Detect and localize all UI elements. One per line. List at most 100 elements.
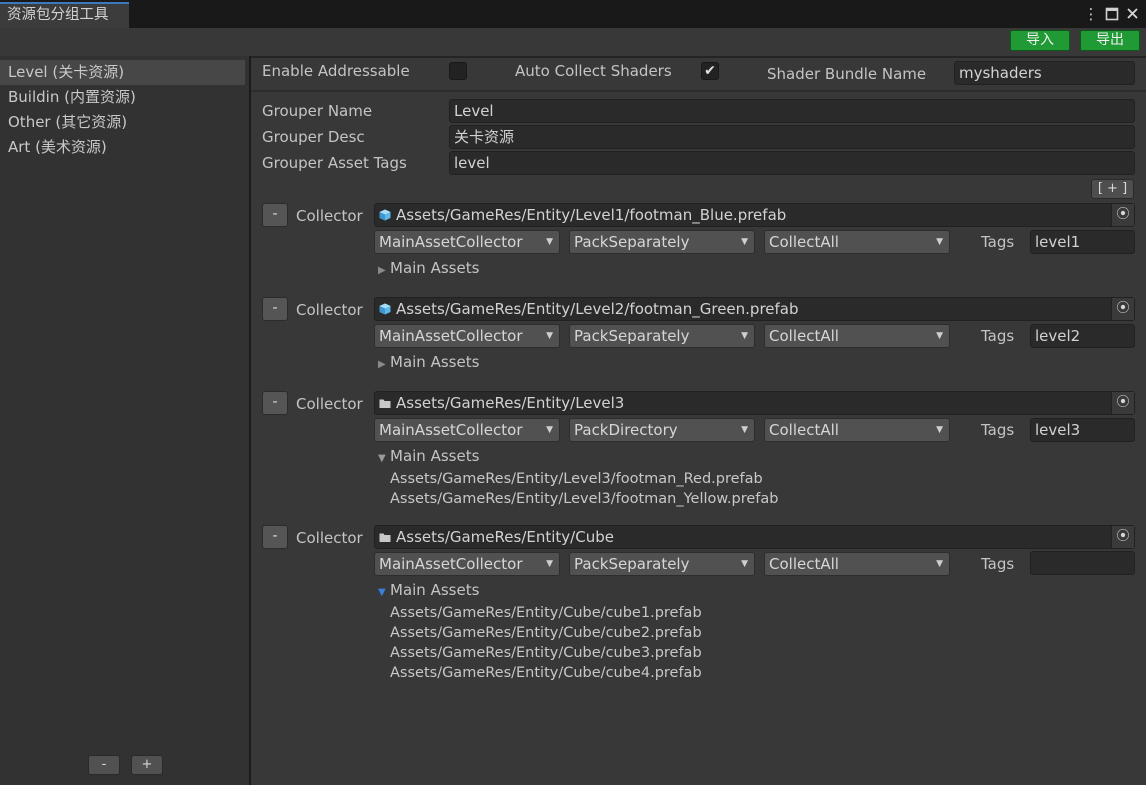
collector-tags-input[interactable]: level2 (1030, 324, 1135, 348)
collector-type-dropdown[interactable]: MainAssetCollector ▼ (374, 324, 560, 348)
prefab-icon (379, 298, 391, 322)
tags-label: Tags (981, 327, 1015, 345)
tags-label: Tags (981, 233, 1015, 251)
maximize-icon[interactable] (1103, 4, 1121, 24)
main-assets-foldout[interactable]: ▼ Main Assets (378, 447, 479, 465)
collector-path-field[interactable]: Assets/GameRes/Entity/Level2/footman_Gre… (374, 297, 1135, 321)
collector-type-dropdown[interactable]: MainAssetCollector ▼ (374, 418, 560, 442)
object-picker-icon[interactable]: ⦿ (1111, 204, 1134, 226)
tags-label: Tags (981, 421, 1015, 439)
grouper-tags-label: Grouper Asset Tags (262, 154, 407, 172)
dropdown-arrow-icon: ▼ (741, 331, 748, 341)
collector-label: Collector (296, 301, 363, 319)
window-title: 资源包分组工具 (7, 7, 109, 23)
collector-label: Collector (296, 529, 363, 547)
main-assets-foldout[interactable]: ▶ Main Assets (378, 259, 479, 277)
asset-list-item[interactable]: Assets/GameRes/Entity/Cube/cube1.prefab (390, 605, 702, 621)
auto-collect-shaders-label: Auto Collect Shaders (515, 62, 672, 80)
settings-divider (251, 90, 1146, 92)
pack-rule-dropdown[interactable]: PackSeparately ▼ (569, 230, 755, 254)
tags-label: Tags (981, 555, 1015, 573)
window-tab[interactable]: 资源包分组工具 (0, 2, 129, 28)
main-assets-foldout[interactable]: ▶ Main Assets (378, 353, 479, 371)
add-grouper-button[interactable]: + (131, 755, 163, 775)
checkmark-icon: ✔ (704, 63, 716, 79)
pack-rule-dropdown[interactable]: PackSeparately ▼ (569, 552, 755, 576)
sidebar-item-other[interactable]: Other (其它资源) (0, 110, 245, 135)
asset-list-item[interactable]: Assets/GameRes/Entity/Level3/footman_Yel… (390, 491, 779, 507)
grouper-list-panel (0, 56, 249, 785)
filter-rule-dropdown[interactable]: CollectAll ▼ (764, 552, 950, 576)
object-picker-icon[interactable]: ⦿ (1111, 298, 1134, 320)
filter-rule-dropdown[interactable]: CollectAll ▼ (764, 418, 950, 442)
collector-path-field[interactable]: Assets/GameRes/Entity/Level3 ⦿ (374, 391, 1135, 415)
triangle-right-icon: ▶ (378, 359, 386, 370)
pack-rule-dropdown[interactable]: PackSeparately ▼ (569, 324, 755, 348)
sidebar-item-level[interactable]: Level (关卡资源) (0, 60, 245, 85)
collector-type-dropdown[interactable]: MainAssetCollector ▼ (374, 230, 560, 254)
pack-rule-dropdown[interactable]: PackDirectory ▼ (569, 418, 755, 442)
collector-type-dropdown[interactable]: MainAssetCollector ▼ (374, 552, 560, 576)
panel-splitter[interactable] (249, 56, 251, 785)
dropdown-arrow-icon: ▼ (741, 425, 748, 435)
asset-list-item[interactable]: Assets/GameRes/Entity/Cube/cube4.prefab (390, 665, 702, 681)
grouper-desc-input[interactable]: 关卡资源 (449, 125, 1135, 149)
collector-path-text: Assets/GameRes/Entity/Level3 (396, 394, 625, 412)
asset-list-item[interactable]: Assets/GameRes/Entity/Cube/cube2.prefab (390, 625, 702, 641)
collector-tags-input[interactable]: level3 (1030, 418, 1135, 442)
collector-path-field[interactable]: Assets/GameRes/Entity/Level1/footman_Blu… (374, 203, 1135, 227)
collector-path-text: Assets/GameRes/Entity/Cube (396, 528, 614, 546)
collector-path-field[interactable]: Assets/GameRes/Entity/Cube ⦿ (374, 525, 1135, 549)
auto-collect-shaders-checkbox[interactable]: ✔ (701, 62, 719, 80)
kebab-menu-icon[interactable]: ⋮ (1082, 4, 1100, 24)
asset-list-item[interactable]: Assets/GameRes/Entity/Cube/cube3.prefab (390, 645, 702, 661)
folder-icon (379, 526, 391, 550)
collector-label: Collector (296, 207, 363, 225)
folder-icon (379, 392, 391, 416)
close-icon[interactable] (1123, 4, 1141, 24)
main-assets-foldout[interactable]: ▼ Main Assets (378, 581, 479, 599)
dropdown-arrow-icon: ▼ (936, 425, 943, 435)
grouper-name-input[interactable]: Level (449, 99, 1135, 123)
remove-grouper-button[interactable]: - (88, 755, 120, 775)
dropdown-arrow-icon: ▼ (936, 331, 943, 341)
dropdown-arrow-icon: ▼ (546, 331, 553, 341)
dropdown-arrow-icon: ▼ (546, 559, 553, 569)
add-collector-button[interactable]: [ + ] (1091, 179, 1134, 199)
filter-rule-dropdown[interactable]: CollectAll ▼ (764, 324, 950, 348)
remove-collector-button[interactable]: - (262, 297, 288, 321)
toolbar-separator (251, 56, 1146, 58)
grouper-desc-label: Grouper Desc (262, 128, 365, 146)
enable-addressable-checkbox[interactable] (449, 62, 467, 80)
shader-bundle-name-input[interactable]: myshaders (954, 61, 1135, 85)
collector-label: Collector (296, 395, 363, 413)
sidebar-item-art[interactable]: Art (美术资源) (0, 135, 245, 160)
triangle-right-icon: ▶ (378, 265, 386, 276)
dropdown-arrow-icon: ▼ (546, 237, 553, 247)
grouper-tags-input[interactable]: level (449, 151, 1135, 175)
dropdown-arrow-icon: ▼ (936, 559, 943, 569)
collector-tags-input[interactable] (1030, 551, 1135, 575)
remove-collector-button[interactable]: - (262, 203, 288, 227)
collector-tags-input[interactable]: level1 (1030, 230, 1135, 254)
filter-rule-dropdown[interactable]: CollectAll ▼ (764, 230, 950, 254)
triangle-down-icon: ▼ (378, 587, 386, 598)
export-button[interactable]: 导出 (1080, 30, 1140, 51)
grouper-name-label: Grouper Name (262, 102, 373, 120)
dropdown-arrow-icon: ▼ (741, 237, 748, 247)
dropdown-arrow-icon: ▼ (936, 237, 943, 247)
dropdown-arrow-icon: ▼ (546, 425, 553, 435)
sidebar-item-buildin[interactable]: Buildin (内置资源) (0, 85, 245, 110)
enable-addressable-label: Enable Addressable (262, 62, 410, 80)
asset-list-item[interactable]: Assets/GameRes/Entity/Level3/footman_Red… (390, 471, 763, 487)
object-picker-icon[interactable]: ⦿ (1111, 526, 1134, 548)
prefab-icon (379, 204, 391, 228)
dropdown-arrow-icon: ▼ (741, 559, 748, 569)
remove-collector-button[interactable]: - (262, 525, 288, 549)
remove-collector-button[interactable]: - (262, 391, 288, 415)
import-button[interactable]: 导入 (1010, 30, 1070, 51)
collector-path-text: Assets/GameRes/Entity/Level2/footman_Gre… (396, 300, 799, 318)
shader-bundle-name-label: Shader Bundle Name (767, 65, 927, 83)
object-picker-icon[interactable]: ⦿ (1111, 392, 1134, 414)
triangle-down-icon: ▼ (378, 453, 386, 464)
